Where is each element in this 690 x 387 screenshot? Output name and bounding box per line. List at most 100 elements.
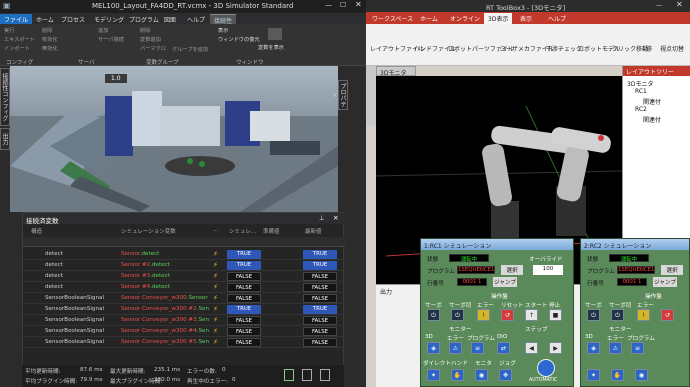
- ribbon-import[interactable]: インポート: [4, 45, 30, 52]
- 3d-viewport[interactable]: 1.0: [10, 66, 338, 212]
- step-forward-icon[interactable]: ▶: [549, 342, 562, 354]
- ribbon-enable[interactable]: 有効化: [42, 36, 58, 43]
- servo-off-icon[interactable]: ⏻: [611, 309, 624, 321]
- tree-3d-monitor[interactable]: 3Dモニタ: [627, 79, 653, 88]
- save-icon[interactable]: ▣: [3, 1, 11, 10]
- workspace-side-tab[interactable]: [366, 66, 376, 126]
- jog-icon[interactable]: ✥: [499, 369, 512, 381]
- tab-home[interactable]: ホーム: [32, 14, 58, 24]
- sim2-select-button[interactable]: 選択: [661, 265, 683, 275]
- ribbon-run[interactable]: 実行: [4, 27, 14, 34]
- tree-rc1[interactable]: RC1: [635, 88, 647, 95]
- tab-file[interactable]: ファイル: [0, 14, 33, 24]
- table-row[interactable]: detect Sensor #3.detect ⚡ FALSE FALSE: [23, 271, 345, 282]
- sim1-select-button[interactable]: 選択: [501, 265, 523, 275]
- table-row[interactable]: detect Sensor.detect ⚡ TRUE TRUE: [23, 249, 345, 260]
- export-icon[interactable]: [302, 369, 312, 381]
- tab-connectivity[interactable]: 接続性: [210, 14, 237, 25]
- minimize-icon[interactable]: —: [656, 1, 663, 9]
- tab-help[interactable]: ヘルプ: [544, 13, 570, 24]
- close-icon[interactable]: ✕: [676, 0, 683, 9]
- tree-rc1-link[interactable]: 関連付: [643, 97, 661, 106]
- 3d-monitor-icon[interactable]: ◈: [587, 342, 600, 354]
- ribbon-delete-var[interactable]: 削除: [140, 27, 150, 34]
- ribbon-viewpoint[interactable]: 視点切替: [660, 44, 684, 53]
- minimize-icon[interactable]: —: [325, 1, 332, 9]
- close-panel-icon[interactable]: ✕: [333, 214, 338, 222]
- tree-rc2[interactable]: RC2: [635, 106, 647, 113]
- ribbon-disable[interactable]: 無効化: [42, 45, 58, 52]
- col-structure[interactable]: 構造: [31, 227, 42, 235]
- ribbon-show-variables[interactable]: 変数を表示: [258, 44, 284, 51]
- maximize-icon[interactable]: ☐: [340, 1, 346, 9]
- refresh-icon[interactable]: [320, 369, 330, 381]
- ribbon-server-connect[interactable]: サーバ接続: [98, 36, 124, 43]
- tab-workspace[interactable]: ワークスペース: [368, 13, 417, 24]
- filter-row[interactable]: [23, 237, 345, 247]
- ribbon-trace[interactable]: 跡: [646, 44, 652, 53]
- step-back-icon[interactable]: ◀: [525, 342, 538, 354]
- pin-icon[interactable]: ⊥: [319, 214, 325, 222]
- tab-drawing[interactable]: 図面: [160, 14, 180, 24]
- servo-off-icon[interactable]: ⏻: [451, 309, 464, 321]
- col-more[interactable]: ...: [213, 227, 218, 233]
- monitor-icon[interactable]: ◉: [635, 369, 648, 381]
- program-monitor-icon[interactable]: ≡: [471, 342, 484, 354]
- tab-home[interactable]: ホーム: [416, 13, 442, 24]
- tab-view[interactable]: 表示: [516, 13, 536, 24]
- tab-3d-view[interactable]: 3D表示: [484, 13, 513, 24]
- start-icon[interactable]: ↑: [525, 309, 538, 321]
- side-tab-connectivity-config[interactable]: 接続性コンフィグ: [0, 68, 10, 126]
- tab-help[interactable]: ヘルプ: [183, 14, 209, 24]
- col-sim-variable[interactable]: シミュレーション変数: [121, 227, 176, 235]
- table-row[interactable]: SensorBooleanSignal Sensor Conveyor_w300 …: [23, 326, 345, 337]
- error-monitor-icon[interactable]: ⚠: [609, 342, 622, 354]
- 3d-monitor-icon[interactable]: ◈: [427, 342, 440, 354]
- reset-icon[interactable]: ↺: [501, 309, 514, 321]
- reset-icon[interactable]: ↺: [661, 309, 674, 321]
- hand-icon[interactable]: ✋: [611, 369, 624, 381]
- monitor-icon[interactable]: ◉: [475, 369, 488, 381]
- ribbon-add-var[interactable]: 変数追加: [140, 36, 161, 43]
- servo-on-icon[interactable]: ⏻: [587, 309, 600, 321]
- tab-modeling[interactable]: モデリング: [90, 14, 128, 24]
- ribbon-add-group[interactable]: グループを追加: [172, 46, 208, 53]
- ribbon-add[interactable]: 追加: [98, 27, 108, 34]
- side-tab-properties[interactable]: プロパティ: [330, 80, 348, 110]
- error-icon[interactable]: !: [637, 309, 650, 321]
- tab-process[interactable]: プロセス: [57, 14, 89, 24]
- viewport-speed[interactable]: 1.0: [105, 74, 127, 83]
- ribbon-interference-check[interactable]: 干渉チェック: [546, 44, 582, 53]
- ribbon-export[interactable]: エキスポート: [4, 36, 35, 43]
- automatic-icon[interactable]: [537, 359, 555, 377]
- table-row[interactable]: SensorBooleanSignal Sensor Conveyor_w300 …: [23, 315, 345, 326]
- close-icon[interactable]: ✕: [355, 0, 362, 9]
- sim1-override-value[interactable]: 100: [533, 265, 563, 275]
- ribbon-restore-window[interactable]: ウィンドウの復元: [218, 36, 260, 43]
- dio-monitor-icon[interactable]: ⇄: [497, 342, 510, 354]
- ribbon-click-move[interactable]: クリック移動: [612, 44, 648, 53]
- table-row[interactable]: detect Sensor #4.detect ⚡ FALSE FALSE: [23, 282, 345, 293]
- tree-rc2-link[interactable]: 関連付: [643, 115, 661, 124]
- error-monitor-icon[interactable]: ⚠: [449, 342, 462, 354]
- tab-online[interactable]: オンライン: [446, 13, 484, 24]
- stop-icon[interactable]: ■: [549, 309, 562, 321]
- table-row[interactable]: SensorBooleanSignal Sensor Conveyor_w300 …: [23, 337, 345, 348]
- hand-icon[interactable]: ✋: [451, 369, 464, 381]
- direct-icon[interactable]: ✦: [427, 369, 440, 381]
- col-latest[interactable]: 最新値: [305, 227, 322, 235]
- ribbon-delete[interactable]: 削除: [42, 27, 52, 34]
- program-monitor-icon[interactable]: ≡: [631, 342, 644, 354]
- ribbon-bar-macro[interactable]: バーマクロ: [140, 45, 166, 52]
- col-preparation[interactable]: 準備値: [263, 227, 280, 235]
- tab-program[interactable]: プログラム: [125, 14, 163, 24]
- table-row[interactable]: SensorBooleanSignal Sensor Conveyor_w300 …: [23, 304, 345, 315]
- side-tab-output[interactable]: 出力: [0, 128, 10, 150]
- direct-icon[interactable]: ✦: [587, 369, 600, 381]
- col-simulation[interactable]: シミュレ...: [229, 227, 256, 235]
- table-row[interactable]: detect Sensor #2.detect ⚡ TRUE TRUE: [23, 260, 345, 271]
- sim2-jump-button[interactable]: ジャンプ: [653, 277, 677, 287]
- ribbon-show[interactable]: 表示: [218, 27, 228, 34]
- sim1-jump-button[interactable]: ジャンプ: [493, 277, 517, 287]
- error-icon[interactable]: !: [477, 309, 490, 321]
